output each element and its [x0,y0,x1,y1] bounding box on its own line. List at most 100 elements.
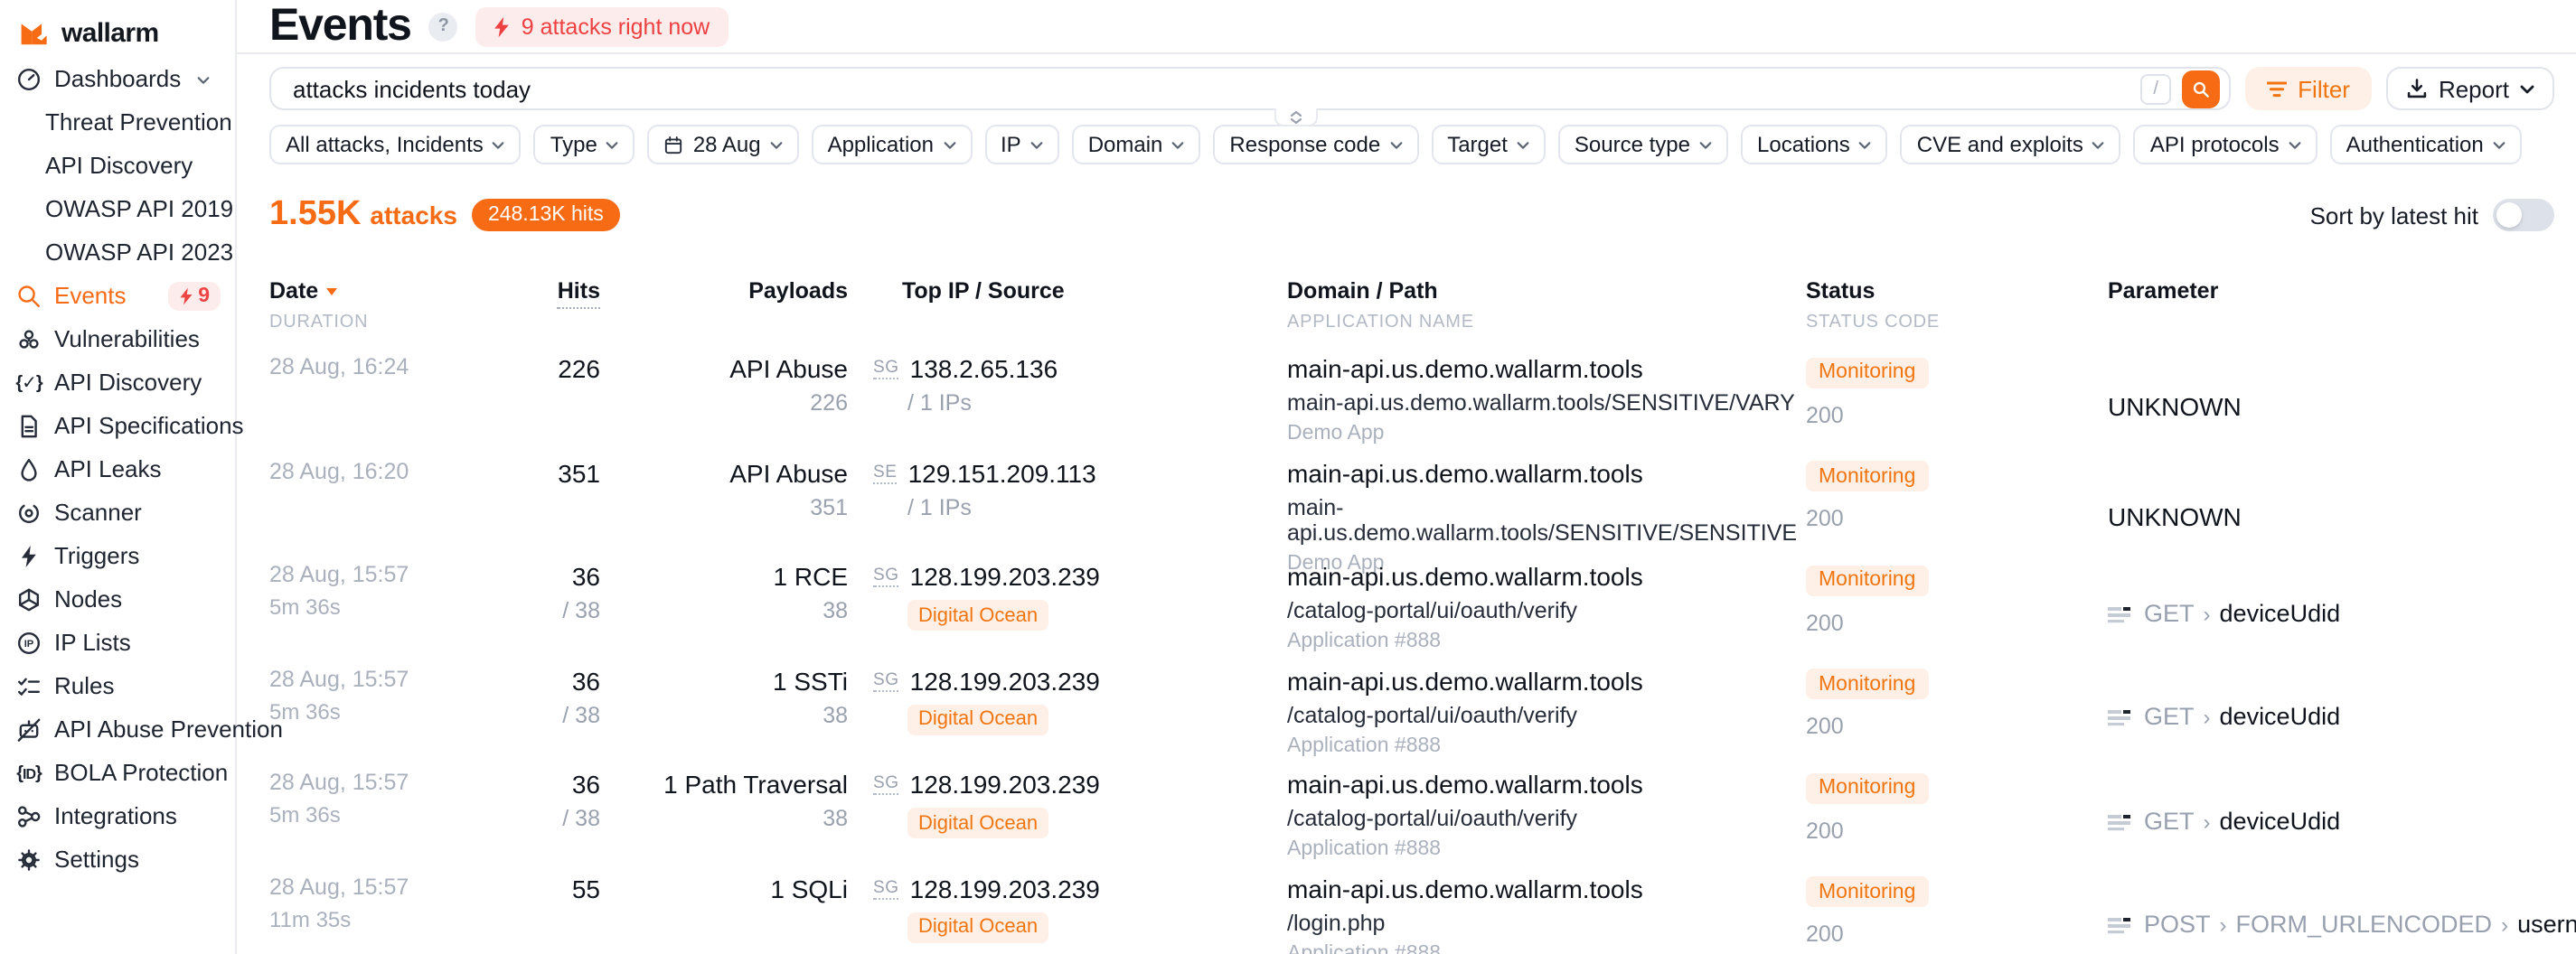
sidebar-item-rules[interactable]: Rules [0,665,235,708]
download-icon [2406,78,2428,99]
filter-chip-source-type[interactable]: Source type [1558,125,1728,164]
event-application: Application #888 [1287,838,1806,862]
hits-count-badge: 248.13K hits [472,199,620,231]
event-date: 28 Aug, 15:57 [269,562,486,589]
chevron-down-icon [1171,140,1184,149]
event-hits-total: / 38 [486,702,600,727]
request-lines-icon [2108,709,2131,727]
chevron-down-icon [1517,140,1529,149]
filter-chip-label: CVE and exploits [1917,132,2083,157]
report-button[interactable]: Report [2386,67,2554,110]
sidebar-item-api-abuse-prevention[interactable]: API Abuse Prevention [0,708,235,752]
sidebar-item-triggers[interactable]: Triggers [0,535,235,578]
geo-code: SG [873,877,899,899]
status-code: 200 [1806,610,2108,635]
event-hits-total: / 38 [486,806,600,831]
event-hits: 55 [486,874,600,903]
event-row[interactable]: 28 Aug, 15:575m 36s36/ 381 SSTi38SG128.1… [269,666,2554,770]
droplet-icon [16,457,42,482]
geo-code: SG [873,358,899,379]
sidebar-item-scanner[interactable]: Scanner [0,491,235,535]
attacks-count-label: attacks [370,201,457,229]
sidebar-item-label: OWASP API 2019 [45,197,233,222]
chevron-down-icon [943,140,955,149]
filter-chip-type[interactable]: Type [534,125,635,164]
search-button[interactable] [2182,70,2220,108]
filter-chip-api-protocols[interactable]: API protocols [2134,125,2317,164]
event-row[interactable]: 28 Aug, 15:575m 36s36/ 381 RCE38SG128.19… [269,562,2554,666]
event-row[interactable]: 28 Aug, 16:20351API Abuse351SE129.151.20… [269,458,2554,562]
filter-chip-label: 28 Aug [693,132,761,157]
event-payload: 1 Path Traversal [600,770,848,799]
event-row[interactable]: 28 Aug, 15:575m 36s36/ 381 Path Traversa… [269,770,2554,874]
sidebar-item-owasp-api-2023[interactable]: OWASP API 2023 [0,231,235,275]
event-parameter: POST›FORM_URLENCODED›username [2108,874,2576,954]
sort-by-latest-hit-toggle[interactable] [2493,199,2554,231]
column-subheader-status-code: STATUS CODE [1806,313,2108,334]
filter-chip-application[interactable]: Application [812,125,972,164]
report-button-label: Report [2439,75,2509,102]
sidebar-item-bola-protection[interactable]: {ID}BOLA Protection [0,752,235,795]
calendar-icon [664,135,684,154]
filter-chip-all-attacks-incidents[interactable]: All attacks, Incidents [269,125,522,164]
filter-chip-locations[interactable]: Locations [1741,125,1888,164]
status-badge: Monitoring [1806,565,1928,595]
sidebar-item-nodes[interactable]: Nodes [0,578,235,622]
parameter-name: deviceUdid [2220,808,2341,837]
sidebar-item-settings[interactable]: Settings [0,838,235,882]
column-header-date[interactable]: Date [269,278,486,305]
sidebar-item-owasp-api-2019[interactable]: OWASP API 2019 [0,188,235,231]
sidebar-item-api-leaks[interactable]: API Leaks [0,448,235,491]
event-parameter: GET›deviceUdid [2108,770,2554,874]
biohazard-icon [16,327,42,352]
filter-chip-cve-and-exploits[interactable]: CVE and exploits [1901,125,2121,164]
braces-check-icon: {✓} [16,370,42,396]
wallarm-logo[interactable]: wallarm [0,14,235,51]
sidebar-item-threat-prevention[interactable]: Threat Prevention [0,101,235,145]
sidebar-item-events[interactable]: Events9 [0,275,235,318]
column-header-hits[interactable]: Hits [486,278,600,309]
filter-icon [2267,80,2287,97]
events-attack-count-badge: 9 [167,282,221,311]
main-area: Events ? 9 attacks right now / Filter [237,0,2576,954]
help-icon[interactable]: ? [429,12,458,41]
filter-button[interactable]: Filter [2245,67,2372,110]
event-parameter: UNKNOWN [2108,458,2554,575]
event-date: 28 Aug, 15:57 [269,874,486,901]
filter-chip-authentication[interactable]: Authentication [2330,125,2522,164]
sidebar-item-api-discovery[interactable]: {✓}API Discovery [0,361,235,405]
chevron-down-icon [606,140,619,149]
filter-chip-28-aug[interactable]: 28 Aug [648,125,799,164]
http-method: POST [2144,912,2211,940]
sidebar-item-integrations[interactable]: Integrations [0,795,235,838]
sidebar-item-dashboards[interactable]: Dashboards [0,58,235,101]
event-application: Application #888 [1287,631,1806,654]
filter-chip-ip[interactable]: IP [984,125,1059,164]
event-payload: 1 SSTi [600,666,848,695]
sidebar-item-ip-lists[interactable]: IPIP Lists [0,622,235,665]
column-header-domain: Domain / Path [1287,278,1806,305]
search-expander-button[interactable] [1274,108,1318,126]
event-row[interactable]: 28 Aug, 16:24226API Abuse226SG138.2.65.1… [269,354,2554,458]
search-icon [2193,79,2209,98]
search-input[interactable] [289,73,2129,104]
event-row[interactable]: 28 Aug, 15:5711m 35s551 SQLiSG128.199.20… [269,874,2554,954]
sidebar-item-vulnerabilities[interactable]: Vulnerabilities [0,318,235,361]
event-date: 28 Aug, 15:57 [269,770,486,797]
gauge-icon [16,67,42,92]
sidebar-item-api-discovery[interactable]: API Discovery [0,145,235,188]
filter-chip-response-code[interactable]: Response code [1213,125,1418,164]
chevron-down-icon [493,140,505,149]
event-domain: main-api.us.demo.wallarm.tools [1287,874,1806,903]
source-badge: Digital Ocean [907,808,1048,838]
filter-chip-domain[interactable]: Domain [1072,125,1201,164]
event-ip: 138.2.65.136 [910,354,1058,383]
filter-chips-row: All attacks, Incidents Type 28 Aug Applicat… [269,125,2554,164]
http-method: GET [2144,704,2195,733]
filter-chip-target[interactable]: Target [1431,125,1546,164]
attacks-alert-badge[interactable]: 9 attacks right now [476,6,728,46]
sidebar-item-api-specifications[interactable]: API Specifications [0,405,235,448]
event-payload-count: 38 [600,806,848,831]
filter-chip-label: Target [1447,132,1508,157]
ip-count-note: / 1 IPs [907,494,1287,519]
